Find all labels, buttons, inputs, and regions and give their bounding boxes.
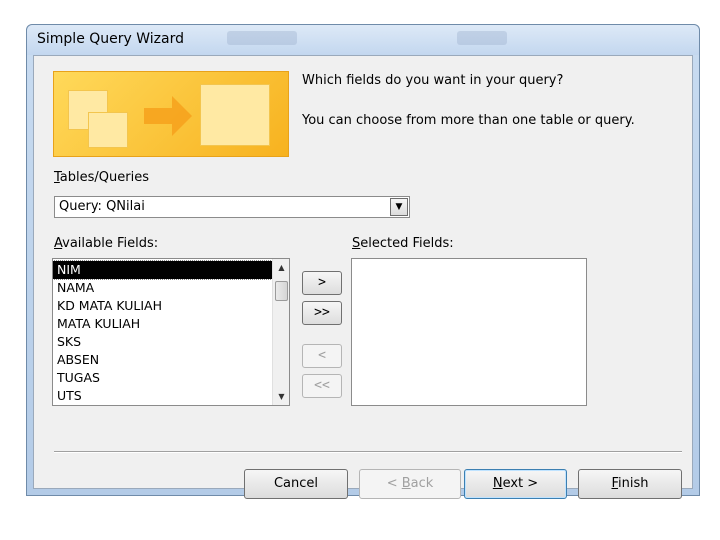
selected-fields-list[interactable] (351, 258, 587, 406)
title-bar[interactable]: Simple Query Wizard (27, 25, 699, 55)
wizard-hint: You can choose from more than one table … (302, 113, 635, 128)
back-button[interactable]: < Back (359, 469, 461, 499)
add-field-button[interactable]: > (302, 271, 342, 295)
arrow-right-icon (144, 96, 192, 136)
background-title-ghost (457, 31, 507, 45)
available-fields-scrollbar[interactable]: ▲ ▼ (272, 259, 289, 405)
list-item[interactable]: MATA KULIAH (53, 315, 272, 333)
wizard-question: Which fields do you want in your query? (302, 73, 564, 88)
wizard-body: Which fields do you want in your query? … (33, 55, 693, 499)
next-button[interactable]: Next > (464, 469, 567, 499)
available-fields-list[interactable]: NIM NAMA KD MATA KULIAH MATA KULIAH SKS ABSEN… (52, 258, 290, 406)
tables-queries-dropdown[interactable]: Query: QNilai ▼ (54, 196, 410, 218)
add-all-fields-button[interactable]: >> (302, 301, 342, 325)
tables-queries-label: Tables/Queries (54, 170, 149, 185)
remove-all-fields-button[interactable]: << (302, 374, 342, 398)
wizard-illustration (53, 71, 289, 157)
tables-queries-value: Query: QNilai (59, 199, 145, 214)
list-item[interactable]: SKS (53, 333, 272, 351)
result-table-graphic (200, 84, 270, 146)
selected-fields-label: Selected Fields: (352, 236, 454, 251)
background-title-ghost (227, 31, 297, 45)
footer-divider (54, 451, 682, 453)
finish-button[interactable]: Finish (578, 469, 682, 499)
cancel-button[interactable]: Cancel (244, 469, 348, 499)
remove-field-button[interactable]: < (302, 344, 342, 368)
list-item[interactable]: NIM (53, 260, 273, 280)
list-item[interactable]: UTS (53, 387, 272, 405)
scroll-thumb[interactable] (275, 281, 288, 301)
list-item[interactable]: NAMA (53, 279, 272, 297)
available-fields-label: Available Fields: (54, 236, 159, 251)
chevron-down-icon[interactable]: ▼ (390, 198, 408, 216)
list-item[interactable]: TUGAS (53, 369, 272, 387)
scroll-down-icon[interactable]: ▼ (273, 388, 289, 405)
list-item[interactable]: ABSEN (53, 351, 272, 369)
list-item[interactable]: KD MATA KULIAH (53, 297, 272, 315)
wizard-window: Simple Query Wizard Which fields do you … (26, 24, 700, 499)
source-table-graphic (88, 112, 128, 148)
scroll-up-icon[interactable]: ▲ (273, 259, 289, 276)
window-title: Simple Query Wizard (37, 31, 184, 47)
